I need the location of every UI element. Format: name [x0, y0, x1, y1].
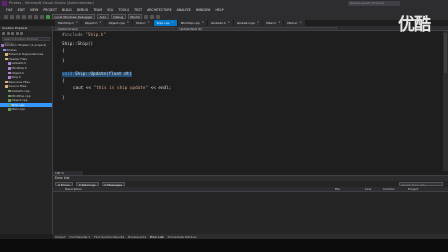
menu-build[interactable]: BUILD	[62, 8, 72, 12]
title-bar: Pirates - Microsoft Visual Studio (Admin…	[0, 0, 448, 7]
header-icon	[8, 71, 11, 75]
code-editor[interactable]: #include "Ship.h" Ship::Ship() { } void …	[53, 31, 443, 171]
menu-team[interactable]: TEAM	[93, 8, 102, 12]
cpp-icon	[8, 89, 11, 93]
tab-immediate-window[interactable]: Immediate Window	[168, 235, 197, 239]
folder-icon	[5, 80, 8, 84]
quick-launch-input[interactable]: Quick Launch (Ctrl+Q)	[348, 1, 400, 6]
refresh-icon[interactable]	[11, 32, 14, 35]
header-icon	[8, 62, 11, 65]
cpp-icon	[8, 103, 11, 107]
selected-text: Ship::Update(float dt)	[72, 72, 132, 77]
menu-architecture[interactable]: ARCHITECTURE	[147, 8, 172, 12]
config-select[interactable]: Auto	[96, 14, 109, 19]
code-line-7: cout << "this is ship update" << endl;	[73, 86, 172, 91]
new-file-icon[interactable]	[16, 14, 20, 19]
solution-config-select[interactable]: Debug	[110, 14, 126, 19]
code-line-8: }	[62, 96, 65, 101]
menu-file[interactable]: FILE	[6, 8, 13, 12]
visual-studio-logo-icon	[2, 1, 7, 6]
start-debug-icon[interactable]	[46, 14, 50, 19]
code-line-1: #include "Ship.h"	[62, 33, 106, 38]
comment-icon[interactable]	[156, 14, 161, 19]
column-description[interactable]: Description	[65, 187, 82, 192]
code-line-2: Ship::Ship()	[62, 42, 94, 47]
error-list-search-input[interactable]: Search Error List	[399, 181, 443, 187]
platform-select[interactable]: Win32	[127, 14, 143, 19]
column-file[interactable]: File	[335, 187, 340, 192]
redo-icon[interactable]	[40, 14, 44, 19]
menu-analyze[interactable]: ANALYZE	[177, 8, 191, 12]
code-line-6: {	[62, 79, 65, 84]
back-icon[interactable]	[4, 14, 8, 19]
find-icon[interactable]	[144, 14, 149, 19]
cpp-icon	[8, 108, 11, 111]
solution-icon	[1, 44, 4, 47]
tab-output[interactable]: Output	[55, 235, 65, 239]
tab-find-symbol-results[interactable]: Find Symbol Results	[94, 235, 124, 239]
solution-explorer: Solution Explorer Search Solution Explor…	[0, 26, 53, 234]
menu-debug[interactable]: DEBUG	[77, 8, 88, 12]
tab-error-list[interactable]: Error List	[150, 235, 164, 239]
messages-filter-button[interactable]: 0 Messages	[101, 181, 126, 187]
menu-sql[interactable]: SQL	[107, 8, 113, 12]
folder-icon	[5, 53, 8, 56]
cpp-icon	[8, 99, 11, 102]
folder-icon	[5, 57, 8, 61]
menu-edit[interactable]: EDIT	[18, 8, 25, 12]
tree-item[interactable]: Main.cpp	[0, 107, 52, 112]
youku-watermark: 优酷	[398, 15, 431, 35]
header-icon	[8, 76, 11, 79]
header-icon	[8, 67, 11, 70]
code-line-3: {	[62, 49, 65, 54]
column-project[interactable]: Project	[408, 187, 418, 192]
folder-icon	[5, 85, 8, 88]
forward-icon[interactable]	[10, 14, 14, 19]
warnings-filter-button[interactable]: 0 Warnings	[75, 181, 99, 187]
project-icon	[3, 48, 6, 52]
undo-icon[interactable]	[34, 14, 38, 19]
member-select[interactable]: Update(float dt)	[177, 26, 337, 31]
window-title: Pirates - Microsoft Visual Studio (Admin…	[9, 1, 95, 5]
solution-explorer-toolbar	[0, 31, 52, 36]
code-line-5: void Ship::Update(float dt)	[62, 72, 132, 77]
sync-icon[interactable]	[6, 32, 10, 35]
cpp-icon	[8, 94, 11, 98]
collapse-all-icon[interactable]	[15, 32, 19, 35]
scope-select[interactable]: (Global Scope)	[55, 26, 175, 31]
properties-icon[interactable]	[20, 32, 23, 35]
menu-project[interactable]: PROJECT	[43, 8, 57, 12]
debugger-select[interactable]: Local Windows Debugger	[52, 14, 95, 19]
column-line[interactable]: Line	[365, 187, 371, 192]
save-icon[interactable]	[28, 14, 32, 19]
editor-vertical-scrollbar[interactable]	[443, 31, 448, 171]
tab-breakpoints[interactable]: Breakpoints	[128, 235, 146, 239]
solution-tree: Solution 'Pirates' (1 project) Pirates E…	[0, 42, 52, 112]
open-icon[interactable]	[22, 14, 26, 19]
bookmark-icon[interactable]	[150, 14, 155, 19]
errors-filter-button[interactable]: 0 Errors	[55, 181, 73, 187]
error-list-panel: Error List 0 Errors 0 Warnings 0 Message…	[53, 175, 448, 234]
menu-view[interactable]: VIEW	[30, 8, 38, 12]
code-line-4: }	[62, 59, 65, 64]
column-column[interactable]: Column	[383, 187, 395, 192]
menu-window[interactable]: WINDOW	[196, 8, 211, 12]
solution-search-input[interactable]: Search Solution Explorer (Ctrl+;)	[2, 37, 50, 44]
scroll-thumb[interactable]	[444, 33, 447, 73]
error-list-header: Description File Line Column Project	[53, 187, 448, 192]
menu-tools[interactable]: TOOLS	[118, 8, 129, 12]
home-icon[interactable]	[2, 32, 5, 35]
status-bar	[0, 239, 448, 252]
menu-help[interactable]: HELP	[215, 8, 223, 12]
toolbar: Local Windows Debugger Auto Debug Win32	[0, 13, 448, 20]
tab-find-results[interactable]: Find Results 1	[69, 235, 90, 239]
menu-test[interactable]: TEST	[134, 8, 142, 12]
